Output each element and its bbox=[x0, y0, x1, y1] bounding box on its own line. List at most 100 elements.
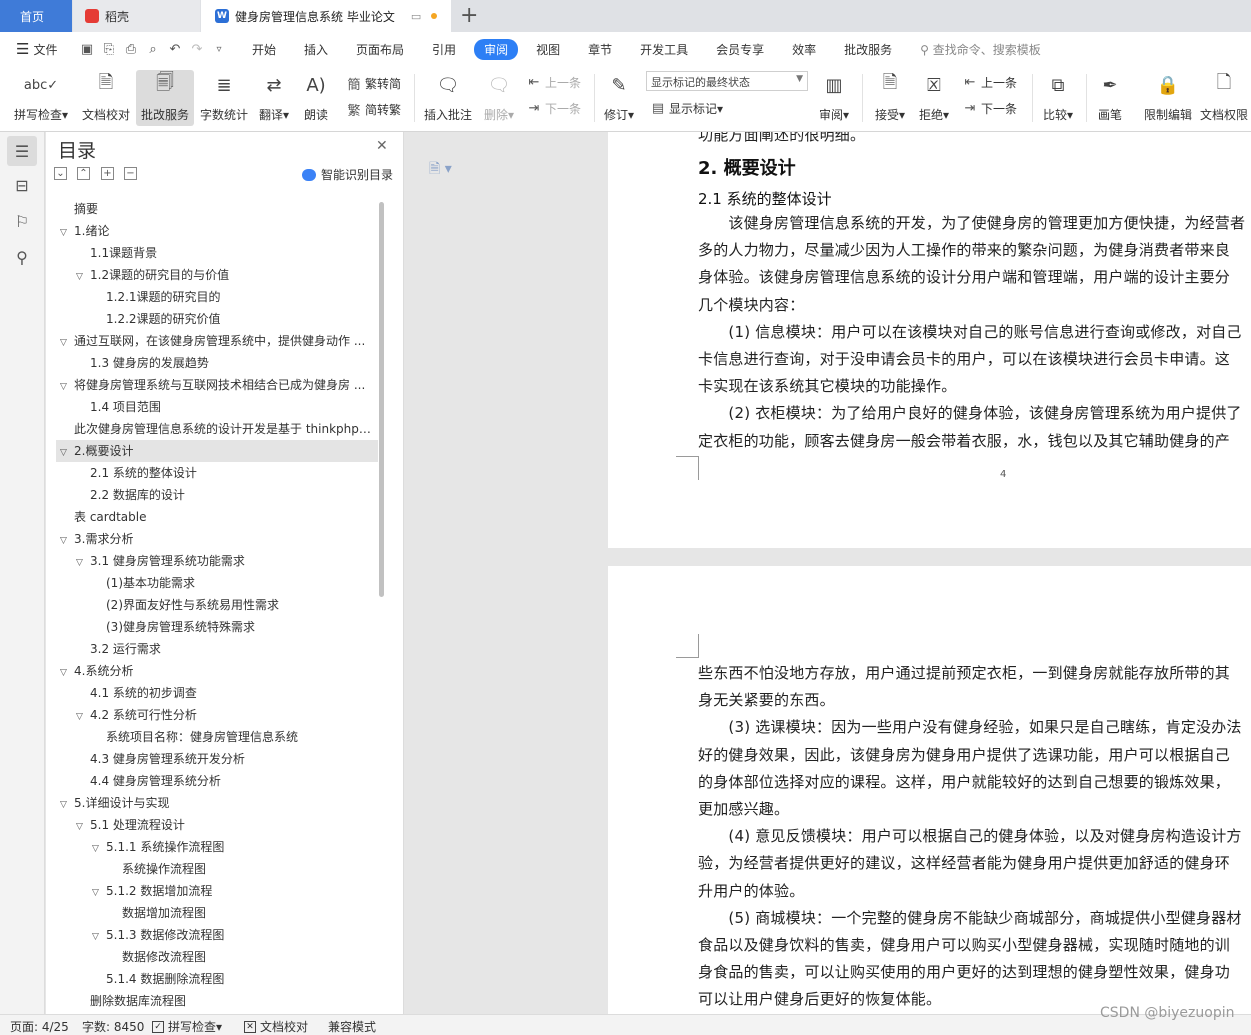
chevron-down-icon[interactable]: ▽ bbox=[60, 222, 74, 242]
toc-item[interactable]: 表 cardtable bbox=[56, 506, 378, 528]
toc-item[interactable]: (2)界面友好性与系统易用性需求 bbox=[56, 594, 378, 616]
bookmark-icon[interactable]: ⚐ bbox=[7, 206, 37, 236]
menu-member[interactable]: 会员专享 bbox=[716, 39, 764, 60]
toc-item[interactable]: 此次健身房管理信息系统的设计开发是基于 thinkphp5 ... bbox=[56, 418, 378, 440]
toc-item[interactable]: 2.2 数据库的设计 bbox=[56, 484, 378, 506]
toc-item[interactable]: 系统项目名称：健身房管理信息系统 bbox=[56, 726, 378, 748]
toc-item[interactable]: (3)健身房管理系统特殊需求 bbox=[56, 616, 378, 638]
toc-nav-icon[interactable]: ☰ bbox=[7, 136, 37, 166]
word-count-button[interactable]: ≣ 字数统计 bbox=[198, 70, 250, 126]
translate-button[interactable]: ⇄ 翻译▾ bbox=[256, 70, 292, 126]
chevron-down-icon[interactable]: ▽ bbox=[92, 926, 106, 946]
remove-heading-icon[interactable]: − bbox=[124, 167, 137, 180]
toc-item[interactable]: 3.2 运行需求 bbox=[56, 638, 378, 660]
accept-button[interactable]: 🗎 接受▾ bbox=[870, 70, 910, 126]
export-pdf-icon[interactable]: ⎘ bbox=[98, 42, 120, 57]
toc-item[interactable]: 5.1.4 数据删除流程图 bbox=[56, 968, 378, 990]
toc-item[interactable]: 1.1课题背景 bbox=[56, 242, 378, 264]
expand-up-icon[interactable]: ⌃ bbox=[77, 167, 90, 180]
toc-item[interactable]: ▽ 4.2 系统可行性分析 bbox=[56, 704, 378, 726]
restrict-edit-button[interactable]: 🔒 限制编辑 bbox=[1140, 70, 1196, 126]
menu-page-layout[interactable]: 页面布局 bbox=[356, 39, 404, 60]
status-doc-proof[interactable]: ✕ 文档校对 bbox=[244, 1018, 308, 1035]
show-marks-button[interactable]: ▤ 显示标记 ▾ bbox=[650, 100, 723, 117]
menu-chapter[interactable]: 章节 bbox=[588, 39, 612, 60]
menu-correction-service[interactable]: 批改服务 bbox=[844, 39, 892, 60]
toc-item[interactable]: 摘要 bbox=[56, 198, 378, 220]
chevron-down-icon[interactable]: ▽ bbox=[92, 838, 106, 858]
chevron-down-icon[interactable]: ▽ bbox=[60, 332, 74, 352]
doc-permission-button[interactable]: 🗋 文档权限 bbox=[1198, 70, 1250, 126]
next-change-button[interactable]: ⇥ 下一条 bbox=[962, 100, 1017, 117]
toc-item[interactable]: ▽ 3.需求分析 bbox=[56, 528, 378, 550]
menu-reference[interactable]: 引用 bbox=[432, 39, 456, 60]
command-search[interactable]: ⚲ 查找命令、搜索模板 bbox=[920, 41, 1041, 58]
toc-item[interactable]: 数据增加流程图 bbox=[56, 902, 378, 924]
chevron-down-icon[interactable]: ▽ bbox=[76, 816, 90, 836]
menu-review[interactable]: 审阅 bbox=[474, 38, 519, 60]
chevron-down-icon[interactable]: ▽ bbox=[60, 662, 74, 682]
print-preview-icon[interactable]: ⌕ bbox=[142, 42, 164, 57]
print-icon[interactable]: ⎙ bbox=[120, 42, 142, 57]
toc-item[interactable]: ▽ 将健身房管理系统与互联网技术相结合已成为健身房 ... bbox=[56, 374, 378, 396]
close-icon[interactable]: ✕ bbox=[376, 138, 388, 154]
next-comment-button[interactable]: ⇥ 下一条 bbox=[526, 100, 581, 117]
doc-proof-button[interactable]: 🗎 文档校对 bbox=[78, 70, 134, 126]
save-icon[interactable]: ▣ bbox=[76, 42, 98, 57]
track-changes-button[interactable]: ✎ 修订▾ bbox=[600, 70, 638, 126]
toc-item[interactable]: ▽ 5.1.1 系统操作流程图 bbox=[56, 836, 378, 858]
toc-item[interactable]: 4.1 系统的初步调查 bbox=[56, 682, 378, 704]
file-menu[interactable]: ☰ 文件 bbox=[0, 40, 72, 58]
redo-icon[interactable]: ↷ bbox=[186, 42, 208, 57]
menu-efficiency[interactable]: 效率 bbox=[792, 39, 816, 60]
chapter-nav-icon[interactable]: ⊟ bbox=[7, 170, 37, 200]
toc-item[interactable]: 系统操作流程图 bbox=[56, 858, 378, 880]
chevron-down-icon[interactable]: ▽ bbox=[76, 706, 90, 726]
toc-item[interactable]: 1.2.1课题的研究目的 bbox=[56, 286, 378, 308]
mark-state-dropdown[interactable]: 显示标记的最终状态 ▼ bbox=[646, 71, 808, 91]
toc-item[interactable]: 4.4 健身房管理系统分析 bbox=[56, 770, 378, 792]
chevron-down-icon[interactable]: ▽ bbox=[60, 376, 74, 396]
status-spellcheck[interactable]: ✓ 拼写检查 ▾ bbox=[152, 1018, 222, 1035]
toc-item[interactable]: 4.3 健身房管理系统开发分析 bbox=[56, 748, 378, 770]
chevron-down-icon[interactable]: ▽ bbox=[76, 266, 90, 286]
spellcheck-button[interactable]: abc✓ 拼写检查▾ bbox=[10, 70, 72, 126]
trad-to-simp-button[interactable]: 簡繁转简 bbox=[346, 74, 401, 93]
toc-scrollbar[interactable] bbox=[379, 202, 384, 597]
chevron-down-icon[interactable]: ▽ bbox=[60, 442, 74, 462]
prev-change-button[interactable]: ⇤ 上一条 bbox=[962, 74, 1017, 91]
simp-to-trad-button[interactable]: 繁简转繁 bbox=[346, 100, 401, 119]
smart-toc-button[interactable]: 智能识别目录 bbox=[302, 166, 393, 183]
collapse-all-icon[interactable]: ⌄ bbox=[54, 167, 67, 180]
toc-item[interactable]: ▽ 1.2课题的研究目的与价值 bbox=[56, 264, 378, 286]
prev-comment-button[interactable]: ⇤ 上一条 bbox=[526, 74, 581, 91]
chevron-down-icon[interactable]: ▽ bbox=[92, 882, 106, 902]
toc-item[interactable]: ▽ 5.详细设计与实现 bbox=[56, 792, 378, 814]
tab-daoke[interactable]: 稻壳 bbox=[73, 0, 200, 32]
toc-item[interactable]: 2.1 系统的整体设计 bbox=[56, 462, 378, 484]
search-icon[interactable]: ⚲ bbox=[7, 242, 37, 272]
menu-start[interactable]: 开始 bbox=[252, 39, 276, 60]
toc-item[interactable]: 1.3 健身房的发展趋势 bbox=[56, 352, 378, 374]
qat-more-icon[interactable]: ▿ bbox=[208, 44, 230, 55]
pen-button[interactable]: ✒ 画笔 bbox=[1092, 70, 1128, 126]
toc-item[interactable]: 删除数据库流程图 bbox=[56, 990, 378, 1012]
insert-comment-button[interactable]: 🗨 插入批注 bbox=[420, 70, 476, 126]
page-layout-icon[interactable]: 🗎 ▾ bbox=[429, 158, 452, 182]
toc-item[interactable]: ▽ 2.概要设计 bbox=[56, 440, 378, 462]
new-tab-plus-icon[interactable]: + bbox=[460, 3, 478, 28]
toc-item[interactable]: ▽ 3.1 健身房管理系统功能需求 bbox=[56, 550, 378, 572]
page-indicator[interactable]: 页面: 4/25 bbox=[10, 1018, 69, 1035]
correction-service-button[interactable]: 🗐 批改服务 bbox=[136, 70, 194, 126]
toc-item[interactable]: ▽ 1.绪论 bbox=[56, 220, 378, 242]
menu-dev-tools[interactable]: 开发工具 bbox=[640, 39, 688, 60]
toc-item[interactable]: ▽ 5.1.2 数据增加流程 bbox=[56, 880, 378, 902]
undo-icon[interactable]: ↶ bbox=[164, 42, 186, 57]
toc-item[interactable]: 数据修改流程图 bbox=[56, 946, 378, 968]
menu-insert[interactable]: 插入 bbox=[304, 39, 328, 60]
page-5[interactable]: 些东西不怕没地方存放，用户通过提前预定衣柜，一到健身房就能存放所带的其 身无关紧要… bbox=[608, 566, 1251, 1014]
toc-item[interactable]: (1)基本功能需求 bbox=[56, 572, 378, 594]
compare-button[interactable]: ⧉ 比较▾ bbox=[1038, 70, 1078, 126]
toc-item[interactable]: ▽ 4.系统分析 bbox=[56, 660, 378, 682]
reject-button[interactable]: 🗵 拒绝▾ bbox=[914, 70, 954, 126]
